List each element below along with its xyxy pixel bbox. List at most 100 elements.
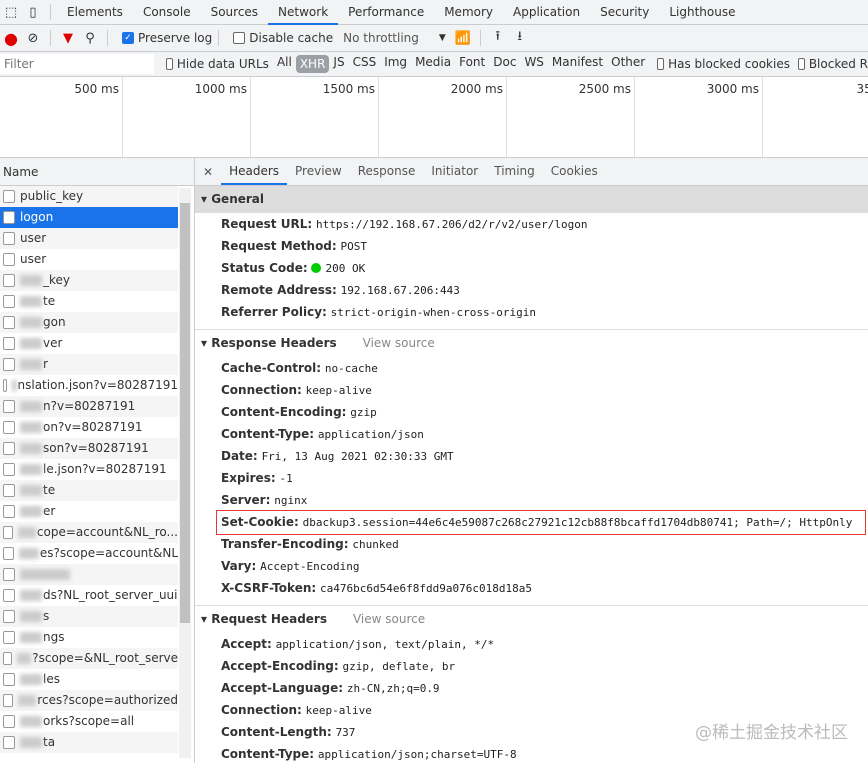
record-icon[interactable]: ● (0, 29, 22, 48)
tab-preview[interactable]: Preview (287, 158, 350, 185)
filter-type-manifest[interactable]: Manifest (548, 55, 607, 73)
row-checkbox[interactable] (3, 274, 15, 287)
row-checkbox[interactable] (3, 736, 15, 749)
request-row[interactable]: s (0, 606, 178, 627)
row-checkbox[interactable] (3, 673, 15, 686)
close-icon[interactable]: ✕ (195, 165, 221, 179)
filter-type-xhr[interactable]: XHR (295, 55, 330, 73)
request-row[interactable]: user (0, 249, 178, 270)
request-row[interactable]: on?v=80287191 (0, 417, 178, 438)
request-row[interactable]: le.json?v=80287191 (0, 459, 178, 480)
tab-network[interactable]: Network (268, 0, 339, 25)
row-checkbox[interactable] (3, 715, 15, 728)
tab-elements[interactable]: Elements (57, 0, 133, 25)
row-checkbox[interactable] (3, 358, 15, 371)
tab-security[interactable]: Security (590, 0, 659, 25)
request-row[interactable]: ta (0, 732, 178, 753)
row-checkbox[interactable] (3, 694, 14, 707)
request-row[interactable]: les (0, 669, 178, 690)
request-row[interactable]: es?scope=account&NL (0, 543, 178, 564)
tab-timing[interactable]: Timing (486, 158, 543, 185)
request-row[interactable]: te (0, 480, 178, 501)
row-checkbox[interactable] (3, 568, 15, 581)
row-checkbox[interactable] (3, 505, 15, 518)
device-toolbar-icon[interactable]: ▯ (22, 5, 44, 20)
filter-type-doc[interactable]: Doc (489, 55, 520, 73)
row-checkbox[interactable] (3, 400, 15, 413)
request-row[interactable]: nslation.json?v=80287191 (0, 375, 178, 396)
request-row[interactable] (0, 564, 178, 585)
disable-cache-checkbox[interactable] (233, 32, 246, 44)
request-row[interactable]: orks?scope=all (0, 711, 178, 732)
tab-performance[interactable]: Performance (338, 0, 434, 25)
request-row[interactable]: public_key (0, 186, 178, 207)
row-checkbox[interactable] (3, 589, 15, 602)
name-column-header[interactable]: Name (0, 158, 194, 186)
export-har-icon[interactable]: ⭳ (509, 27, 531, 49)
tab-response[interactable]: Response (350, 158, 424, 185)
section-general-header[interactable]: ▾ General (195, 186, 868, 213)
request-row[interactable]: ?scope=&NL_root_serve (0, 648, 178, 669)
tab-lighthouse[interactable]: Lighthouse (659, 0, 745, 25)
filter-type-ws[interactable]: WS (520, 55, 547, 73)
blocked-requests-checkbox[interactable] (797, 58, 805, 70)
row-checkbox[interactable] (3, 232, 15, 245)
tab-initiator[interactable]: Initiator (423, 158, 486, 185)
tab-console[interactable]: Console (133, 0, 201, 25)
throttling-select[interactable]: No throttling (343, 31, 419, 45)
filter-type-img[interactable]: Img (380, 55, 411, 73)
request-row[interactable]: ds?NL_root_server_uui (0, 585, 178, 606)
section-request-header[interactable]: ▾ Request Headers View source (195, 606, 868, 633)
inspect-element-icon[interactable]: ⬚ (0, 5, 22, 20)
chevron-down-icon[interactable]: ▼ (439, 33, 446, 43)
filter-type-font[interactable]: Font (455, 55, 489, 73)
request-row[interactable]: user (0, 228, 178, 249)
request-row[interactable]: gon (0, 312, 178, 333)
request-row[interactable]: son?v=80287191 (0, 438, 178, 459)
hide-data-urls-checkbox[interactable] (166, 58, 173, 70)
row-checkbox[interactable] (3, 463, 15, 476)
request-row[interactable]: r (0, 354, 178, 375)
network-conditions-icon[interactable]: 📶 (452, 31, 474, 46)
request-row[interactable]: n?v=80287191 (0, 396, 178, 417)
row-checkbox[interactable] (3, 526, 14, 539)
request-row[interactable]: ngs (0, 627, 178, 648)
row-checkbox[interactable] (3, 316, 15, 329)
has-blocked-cookies-checkbox[interactable] (657, 58, 665, 70)
search-icon[interactable]: ⚲ (79, 31, 101, 46)
row-checkbox[interactable] (3, 211, 15, 224)
row-checkbox[interactable] (3, 295, 15, 308)
row-checkbox[interactable] (3, 190, 15, 203)
row-checkbox[interactable] (3, 610, 15, 623)
request-row[interactable]: logon (0, 207, 178, 228)
row-checkbox[interactable] (3, 652, 12, 665)
row-checkbox[interactable] (3, 484, 15, 497)
filter-type-other[interactable]: Other (607, 55, 649, 73)
view-source-link[interactable]: View source (363, 336, 435, 350)
row-checkbox[interactable] (3, 253, 15, 266)
filter-icon[interactable]: ▼ (57, 31, 79, 46)
filter-type-js[interactable]: JS (329, 55, 348, 73)
row-checkbox[interactable] (3, 547, 15, 560)
tab-memory[interactable]: Memory (434, 0, 503, 25)
preserve-log-checkbox[interactable]: ✓ (122, 32, 134, 44)
scrollbar-thumb[interactable] (180, 203, 190, 623)
tab-sources[interactable]: Sources (201, 0, 268, 25)
row-checkbox[interactable] (3, 442, 15, 455)
row-checkbox[interactable] (3, 379, 8, 392)
request-row[interactable]: te (0, 291, 178, 312)
request-row[interactable]: _key (0, 270, 178, 291)
clear-icon[interactable]: ⊘ (22, 31, 44, 46)
timeline-overview[interactable]: 500 ms 1000 ms 1500 ms 2000 ms 2500 ms 3000 m… (0, 77, 868, 158)
request-row[interactable]: er (0, 501, 178, 522)
row-checkbox[interactable] (3, 337, 15, 350)
row-checkbox[interactable] (3, 631, 15, 644)
request-row[interactable]: cope=account&NL_ro... (0, 522, 178, 543)
filter-type-css[interactable]: CSS (349, 55, 381, 73)
view-source-link[interactable]: View source (353, 612, 425, 626)
request-row[interactable]: ver (0, 333, 178, 354)
tab-headers[interactable]: Headers (221, 158, 288, 185)
filter-type-media[interactable]: Media (411, 55, 455, 73)
import-har-icon[interactable]: ⭱ (487, 27, 509, 49)
filter-type-all[interactable]: All (273, 55, 296, 73)
